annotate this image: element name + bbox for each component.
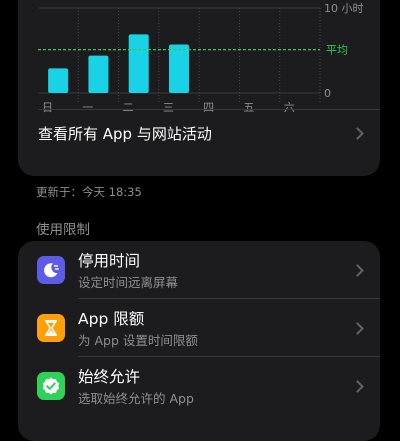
always-allowed-title: 始终允许 [78, 368, 141, 386]
updated-timestamp: 更新于：今天 18:35 [36, 185, 142, 199]
app-limits-row[interactable]: App 限额 为 App 设置时间限额 [18, 299, 380, 356]
y-tick-label-max: 10 小时 [324, 2, 364, 15]
downtime-icon [37, 256, 65, 284]
downtime-subtitle: 设定时间远离屏幕 [78, 275, 179, 290]
see-all-activity-label: 查看所有 App 与网站活动 [38, 124, 212, 143]
downtime-row[interactable]: 停用时间 设定时间远离屏幕 [18, 241, 380, 298]
app-limits-title: App 限额 [78, 310, 145, 328]
hourglass-icon [37, 314, 65, 342]
activity-chart-card: 平均 10 小时 0 日一二三四五六 查看所有 App 与网站活动 [18, 0, 380, 176]
limits-section-header: 使用限制 [36, 222, 90, 238]
downtime-title: 停用时间 [78, 252, 141, 270]
chevron-right-icon [351, 264, 364, 277]
bar-2 [128, 34, 149, 93]
always-allowed-row[interactable]: 始终允许 选取始终允许的 App [18, 357, 380, 414]
chevron-right-icon [351, 126, 364, 140]
always-allowed-subtitle: 选取始终允许的 App [78, 391, 194, 406]
bar-0 [48, 68, 69, 93]
y-tick-label-zero: 0 [324, 87, 331, 100]
limits-card: 停用时间 设定时间远离屏幕 App 限额 为 App 设置时间限额 始终允许 选… [18, 241, 380, 441]
bar-1 [88, 55, 109, 93]
average-label: 平均 [326, 44, 348, 57]
chevron-right-icon [351, 322, 364, 335]
bar-3 [169, 44, 189, 93]
checkmark-badge-icon [37, 372, 65, 400]
chevron-right-icon [351, 380, 364, 393]
app-limits-subtitle: 为 App 设置时间限额 [78, 333, 198, 348]
see-all-activity-row[interactable]: 查看所有 App 与网站活动 [18, 110, 380, 156]
